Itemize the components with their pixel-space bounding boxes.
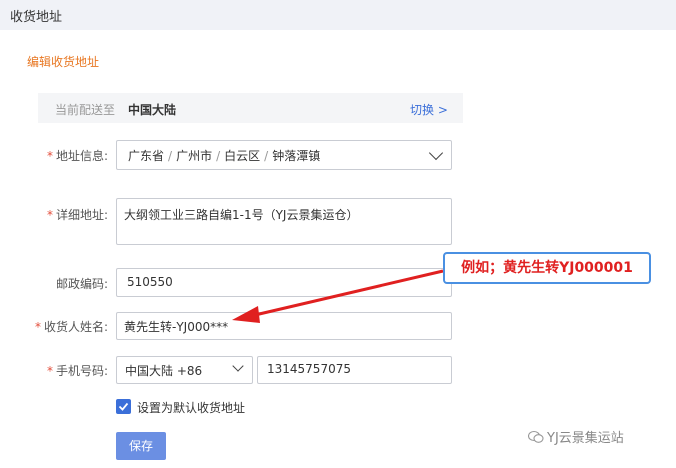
wechat-icon	[527, 430, 544, 448]
watermark-text: YJ云景集运站	[547, 431, 624, 446]
watermark: YJ云景集运站	[527, 427, 624, 448]
annotation-arrow	[232, 269, 444, 323]
annotation-callout: 例如；黄先生转YJ000001	[443, 252, 651, 284]
